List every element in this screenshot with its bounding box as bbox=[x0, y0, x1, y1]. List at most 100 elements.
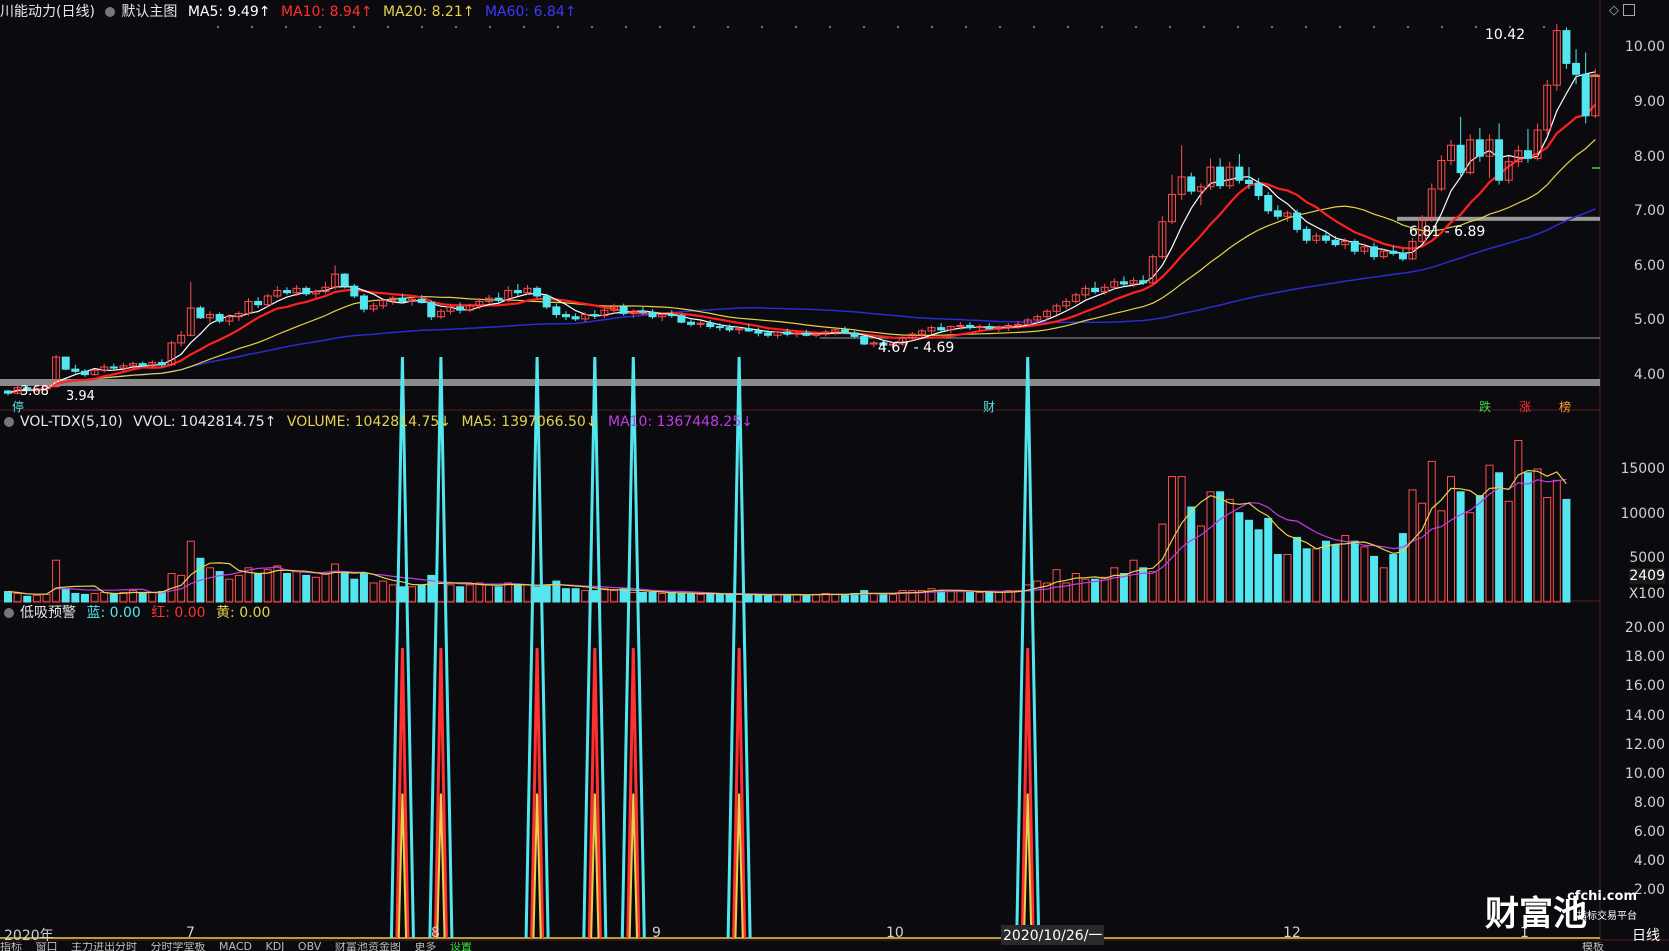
vol-settings-dot-icon[interactable] bbox=[4, 417, 14, 427]
signal-red-spike bbox=[587, 647, 602, 939]
volume-bar bbox=[513, 584, 522, 603]
tab-intraday[interactable]: 分时学堂板 bbox=[151, 942, 206, 951]
tab-more[interactable]: 更多 bbox=[414, 942, 436, 951]
volume-bar bbox=[388, 584, 397, 603]
event-dot bbox=[1372, 25, 1376, 29]
candle-body bbox=[937, 327, 946, 331]
volume-bar bbox=[638, 592, 647, 603]
tab-obv[interactable]: OBV bbox=[298, 942, 321, 951]
main-ma-lines bbox=[7, 71, 1597, 395]
volume-bar bbox=[802, 594, 811, 603]
candle-body bbox=[1264, 195, 1273, 212]
candle-body bbox=[513, 290, 522, 294]
volume-bar bbox=[706, 592, 715, 603]
tab-settings[interactable]: 设置 bbox=[450, 942, 472, 951]
candle-body bbox=[744, 328, 753, 332]
volume-bar bbox=[715, 593, 724, 603]
candle-body bbox=[715, 326, 724, 329]
vol-ma5-label: MA5: 1397066.50↓ bbox=[461, 414, 598, 430]
event-dot bbox=[216, 25, 220, 29]
candle-body bbox=[561, 314, 570, 318]
candle-body bbox=[677, 315, 686, 323]
marker-drop[interactable]: 跌 bbox=[1479, 398, 1491, 415]
candle-body bbox=[648, 311, 657, 318]
ind-settings-dot-icon[interactable] bbox=[4, 608, 14, 618]
volume-bar bbox=[465, 584, 474, 603]
candle-body bbox=[1321, 235, 1330, 241]
diamond-icon[interactable]: ◇ bbox=[1609, 3, 1619, 18]
signal-blue-spike bbox=[428, 356, 454, 939]
ind-blue-label: 蓝: 0.00 bbox=[86, 605, 141, 621]
marker-finance[interactable]: 财 bbox=[983, 398, 995, 415]
candle-body bbox=[4, 390, 12, 394]
volume-bar bbox=[446, 584, 455, 603]
volume-bar bbox=[542, 584, 551, 603]
tab-fund-chart[interactable]: 财富池资金图 bbox=[335, 942, 401, 951]
candle-body bbox=[340, 273, 349, 287]
y-tick: 10.00 bbox=[1624, 39, 1665, 55]
y-tick: 12.00 bbox=[1624, 737, 1665, 753]
volume-bar bbox=[1495, 472, 1504, 603]
volume-bar bbox=[879, 593, 888, 603]
y-tick: 6.00 bbox=[1633, 824, 1665, 840]
event-dot bbox=[624, 25, 628, 29]
candle-body bbox=[542, 295, 551, 308]
tab-template[interactable]: 模板 bbox=[1582, 942, 1604, 951]
tab-macd[interactable]: MACD bbox=[219, 942, 252, 951]
volume-bar bbox=[581, 590, 590, 603]
tab-window[interactable]: 窗口 bbox=[36, 942, 58, 951]
volume-bar bbox=[533, 586, 542, 603]
y-tick: 6.00 bbox=[1633, 258, 1665, 274]
ind-red-label: 红: 0.00 bbox=[151, 605, 206, 621]
x-month: 10 bbox=[886, 925, 904, 941]
stock-title[interactable]: 川能动力(日线) bbox=[0, 4, 95, 20]
y-tick: 5.00 bbox=[1633, 312, 1665, 328]
volume-bar bbox=[369, 582, 378, 603]
volume-bar bbox=[1283, 554, 1292, 603]
candle-body bbox=[196, 307, 205, 319]
event-dot bbox=[1474, 25, 1478, 29]
volume-bar bbox=[571, 588, 580, 603]
indicator-spikes bbox=[0, 356, 1600, 939]
volume-bar bbox=[206, 567, 215, 603]
tab-indicator[interactable]: 指标 bbox=[0, 942, 22, 951]
marker-rank[interactable]: 榜 bbox=[1559, 398, 1571, 415]
event-dot bbox=[692, 25, 696, 29]
volume-bar bbox=[1321, 540, 1330, 603]
volume-bar bbox=[1312, 548, 1321, 603]
marker-rise[interactable]: 涨 bbox=[1519, 398, 1531, 415]
volume-bar bbox=[1475, 495, 1484, 603]
y-tick: 16.00 bbox=[1624, 678, 1665, 694]
tab-kdj[interactable]: KDJ bbox=[265, 942, 284, 951]
volume-bar bbox=[1302, 548, 1311, 603]
signal-red-spike bbox=[626, 647, 641, 939]
candle-body bbox=[533, 287, 542, 297]
settings-dot-icon[interactable] bbox=[105, 7, 116, 17]
y-tick: 14.00 bbox=[1624, 708, 1665, 724]
volume-bar bbox=[946, 590, 955, 603]
volume-bar bbox=[427, 574, 436, 603]
chart-canvas[interactable] bbox=[0, 0, 1669, 951]
event-dot bbox=[1134, 25, 1138, 29]
candle-body bbox=[1235, 166, 1244, 181]
event-dot bbox=[1542, 25, 1546, 29]
volume-bar bbox=[350, 578, 359, 603]
main-candles bbox=[4, 24, 1600, 396]
marker-halt[interactable]: 停 bbox=[12, 398, 24, 415]
ma20-label: MA20: 8.21↑ bbox=[382, 4, 475, 20]
tab-main-flow[interactable]: 主力进出分时 bbox=[71, 942, 137, 951]
candle-body bbox=[1273, 210, 1282, 217]
volume-bar bbox=[398, 586, 407, 603]
volume-bar bbox=[1091, 578, 1100, 603]
ind-name[interactable]: 低吸预警 bbox=[20, 605, 76, 621]
main-indicator-name[interactable]: 默认主图 bbox=[121, 4, 177, 20]
volume-bar bbox=[1293, 536, 1302, 603]
event-dot bbox=[1270, 25, 1274, 29]
vol-name[interactable]: VOL-TDX(5,10) bbox=[20, 414, 123, 430]
bottom-tab-bar: 指标 窗口 主力进出分时 分时学堂板 MACD KDJ OBV 财富池资金图 更… bbox=[0, 942, 1669, 951]
event-dot bbox=[1338, 25, 1342, 29]
volume-bar bbox=[23, 595, 32, 603]
volume-bar bbox=[590, 590, 599, 603]
y-tick: 4.00 bbox=[1633, 853, 1665, 869]
maximize-icon[interactable] bbox=[1623, 4, 1635, 16]
